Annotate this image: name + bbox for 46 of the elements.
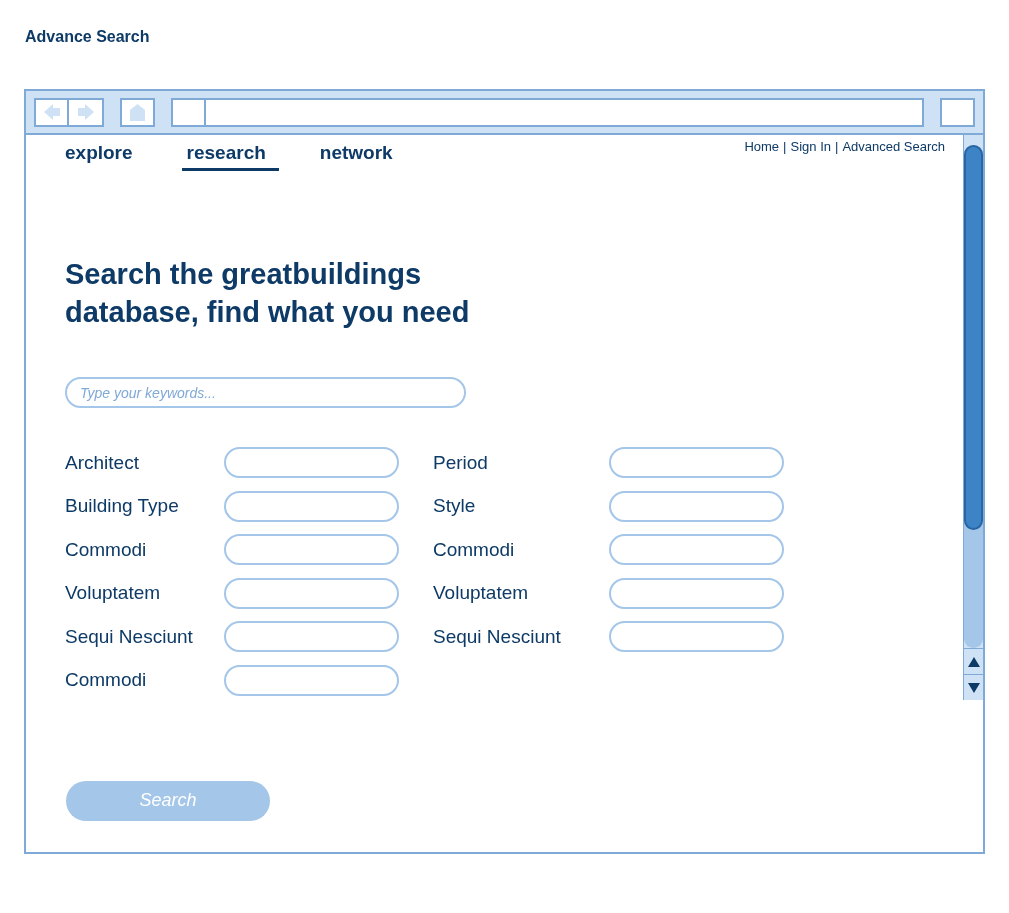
page-title: Advance Search (24, 28, 151, 47)
field-label: Architect (65, 451, 140, 474)
input-field[interactable] (609, 621, 784, 653)
keyword-field[interactable]: Type your keywords... (65, 377, 466, 408)
address-field[interactable] (206, 97, 924, 127)
link-separator: | (783, 139, 787, 154)
input-field[interactable] (224, 534, 399, 566)
right-arrow-icon (76, 103, 95, 121)
top-link[interactable]: Sign In (790, 139, 831, 154)
field-label: Sequi Nesciunt (65, 625, 194, 648)
down-triangle-icon (967, 682, 980, 693)
field-label: Building Type (65, 495, 180, 518)
input-field[interactable] (224, 621, 399, 653)
input-field[interactable] (224, 447, 399, 478)
up-triangle-icon (967, 656, 980, 667)
top-link[interactable]: Advanced Search (842, 139, 945, 154)
scroll-thumb[interactable] (964, 145, 983, 530)
nav-tab[interactable]: research (181, 140, 279, 171)
input-field[interactable] (609, 447, 784, 478)
go-button[interactable] (940, 97, 975, 127)
input-field[interactable] (609, 490, 784, 522)
field-label: Commodi (65, 669, 148, 692)
field-label: Commodi (65, 538, 148, 561)
input-field[interactable] (224, 577, 399, 609)
left-arrow-icon (42, 103, 61, 121)
field-label: Voluptatem (65, 582, 162, 605)
page-heading: Search the greatbuildings database, find what you need (65, 257, 471, 330)
input-field[interactable] (609, 577, 784, 609)
address-prefix-box[interactable] (171, 97, 206, 127)
nav-tab[interactable]: network (314, 140, 406, 171)
link-separator: | (835, 139, 839, 154)
scrollbar[interactable] (963, 135, 983, 700)
field-label: Commodi (433, 538, 516, 561)
top-link[interactable]: Home (744, 139, 780, 154)
back-button[interactable] (34, 97, 69, 127)
nav-tab[interactable]: explore (60, 140, 146, 171)
forward-button[interactable] (69, 97, 104, 127)
field-label: Voluptatem (433, 582, 530, 605)
input-field[interactable] (224, 490, 399, 522)
input-field[interactable] (224, 664, 399, 696)
home-button[interactable] (120, 97, 155, 127)
field-label: Style (433, 495, 477, 518)
field-label: Period (433, 451, 489, 474)
field-label: Sequi Nesciunt (433, 625, 562, 648)
house-icon (129, 103, 146, 121)
input-field[interactable] (609, 534, 784, 566)
